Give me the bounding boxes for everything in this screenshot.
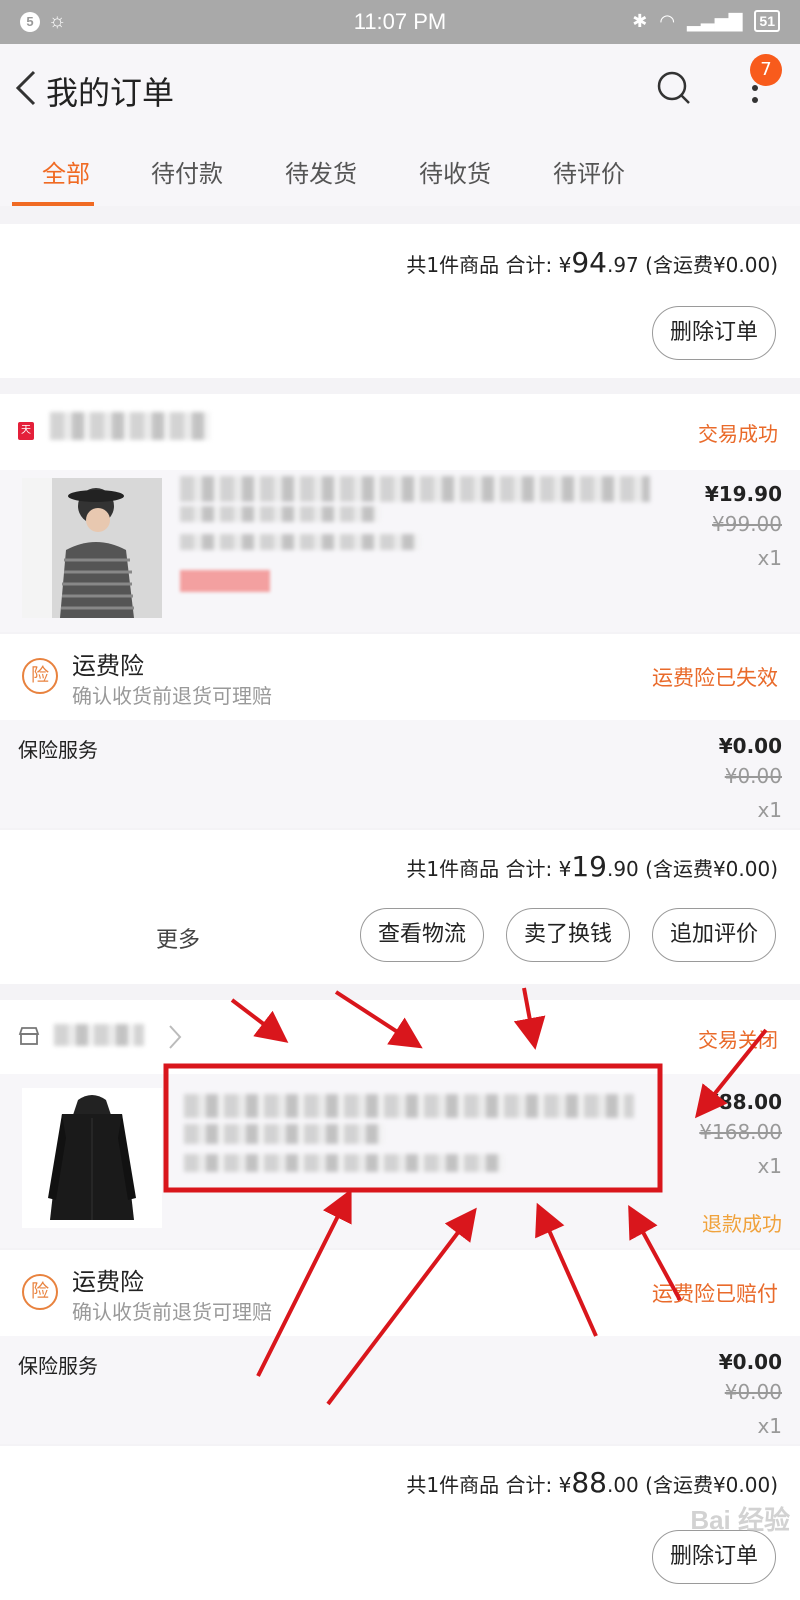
view-logistics-button[interactable]: 查看物流 bbox=[360, 908, 484, 962]
insurance-icon: 险 bbox=[22, 658, 58, 694]
order-status: 交易关闭 bbox=[698, 1028, 778, 1052]
tab-pending-payment[interactable]: 待付款 bbox=[120, 132, 254, 206]
order-tabs: 全部 待付款 待发货 待收货 待评价 bbox=[0, 132, 800, 206]
insurance-icon: 险 bbox=[22, 1274, 58, 1310]
product-image bbox=[22, 1088, 162, 1228]
item-old-price: ¥99.00 bbox=[712, 512, 782, 536]
search-icon[interactable] bbox=[654, 68, 694, 108]
order-1-shop-row[interactable]: 天 交易成功 bbox=[0, 394, 800, 470]
service-qty: x1 bbox=[757, 1414, 782, 1438]
order-2-footer: 共1件商品 合计: ¥88.00 (含运费¥0.00) 删除订单 bbox=[0, 1446, 800, 1600]
product-sku-blurred bbox=[184, 1154, 504, 1172]
order-2-insurance[interactable]: 险 运费险 确认收货前退货可理赔 运费险已赔付 bbox=[0, 1250, 800, 1336]
product-image bbox=[22, 478, 162, 618]
add-review-button[interactable]: 追加评价 bbox=[652, 908, 776, 962]
chevron-right-icon bbox=[169, 1025, 182, 1049]
insurance-status: 运费险已赔付 bbox=[652, 1282, 778, 1306]
app-header: 我的订单 7 bbox=[0, 44, 800, 132]
order-2-item[interactable]: ¥88.00 ¥168.00 x1 退款成功 bbox=[0, 1074, 800, 1248]
shop-name-blurred bbox=[54, 1024, 144, 1046]
message-badge: 7 bbox=[750, 54, 782, 86]
item-qty: x1 bbox=[757, 1154, 782, 1178]
tab-all[interactable]: 全部 bbox=[12, 132, 120, 206]
order-card-0: 共1件商品 合计: ¥94.97 (含运费¥0.00) 删除订单 bbox=[0, 224, 800, 378]
insurance-subtitle: 确认收货前退货可理赔 bbox=[72, 1300, 272, 1324]
tab-pending-receipt[interactable]: 待收货 bbox=[388, 132, 522, 206]
item-qty: x1 bbox=[757, 546, 782, 570]
watermark: Bai 经验 bbox=[690, 1505, 790, 1535]
product-tag-blurred bbox=[180, 570, 270, 592]
order-1-insurance[interactable]: 险 运费险 确认收货前退货可理赔 运费险已失效 bbox=[0, 634, 800, 720]
store-icon bbox=[18, 1027, 40, 1045]
product-subtitle-blurred bbox=[184, 1124, 384, 1144]
status-bar: 5 ☼ 11:07 PM ✱ ◠ ▂▃▅▇ 51 bbox=[0, 0, 800, 44]
service-price: ¥0.00 bbox=[718, 734, 782, 758]
order-2-service[interactable]: 保险服务 ¥0.00 ¥0.00 x1 bbox=[0, 1336, 800, 1444]
order-1-footer: 共1件商品 合计: ¥19.90 (含运费¥0.00) 更多 查看物流 卖了换钱… bbox=[0, 830, 800, 984]
tab-pending-shipment[interactable]: 待发货 bbox=[254, 132, 388, 206]
sell-for-cash-button[interactable]: 卖了换钱 bbox=[506, 908, 630, 962]
product-subtitle-blurred bbox=[180, 506, 380, 522]
service-label: 保险服务 bbox=[18, 1354, 98, 1378]
product-title-blurred bbox=[184, 1094, 634, 1118]
shop-name-blurred bbox=[50, 412, 210, 440]
order-summary: 共1件商品 合计: ¥88.00 (含运费¥0.00) bbox=[406, 1466, 778, 1499]
tab-pending-review[interactable]: 待评价 bbox=[522, 132, 656, 206]
insurance-title: 运费险 bbox=[72, 1268, 144, 1296]
service-label: 保险服务 bbox=[18, 738, 98, 762]
item-price: ¥88.00 bbox=[704, 1090, 782, 1114]
product-sku-blurred bbox=[180, 534, 420, 550]
order-status: 交易成功 bbox=[698, 422, 778, 446]
signal-icon: ▂▃▅▇ bbox=[687, 10, 743, 31]
battery-icon: 51 bbox=[754, 10, 780, 32]
order-1-item[interactable]: ¥19.90 ¥99.00 x1 bbox=[0, 470, 800, 632]
refund-status: 退款成功 bbox=[702, 1212, 782, 1236]
wifi-icon: ◠ bbox=[659, 10, 676, 31]
order-2-shop-row[interactable]: 交易关闭 bbox=[0, 1000, 800, 1074]
service-old-price: ¥0.00 bbox=[724, 1380, 782, 1404]
item-price: ¥19.90 bbox=[704, 482, 782, 506]
service-price: ¥0.00 bbox=[718, 1350, 782, 1374]
insurance-subtitle: 确认收货前退货可理赔 bbox=[72, 684, 272, 708]
item-old-price: ¥168.00 bbox=[699, 1120, 782, 1144]
product-title-blurred bbox=[180, 476, 650, 502]
bluetooth-icon: ✱ bbox=[632, 10, 648, 31]
back-icon[interactable] bbox=[12, 68, 42, 108]
insurance-status: 运费险已失效 bbox=[652, 666, 778, 690]
insurance-title: 运费险 bbox=[72, 652, 144, 680]
page-title: 我的订单 bbox=[46, 74, 175, 112]
order-summary: 共1件商品 合计: ¥19.90 (含运费¥0.00) bbox=[406, 850, 778, 883]
tmall-icon: 天 bbox=[18, 422, 34, 440]
order-1-service[interactable]: 保险服务 ¥0.00 ¥0.00 x1 bbox=[0, 720, 800, 828]
service-qty: x1 bbox=[757, 798, 782, 822]
delete-order-button[interactable]: 删除订单 bbox=[652, 306, 776, 360]
delete-order-button[interactable]: 删除订单 bbox=[652, 1530, 776, 1584]
service-old-price: ¥0.00 bbox=[724, 764, 782, 788]
more-actions-link[interactable]: 更多 bbox=[156, 922, 200, 954]
order-summary: 共1件商品 合计: ¥94.97 (含运费¥0.00) bbox=[406, 246, 778, 279]
